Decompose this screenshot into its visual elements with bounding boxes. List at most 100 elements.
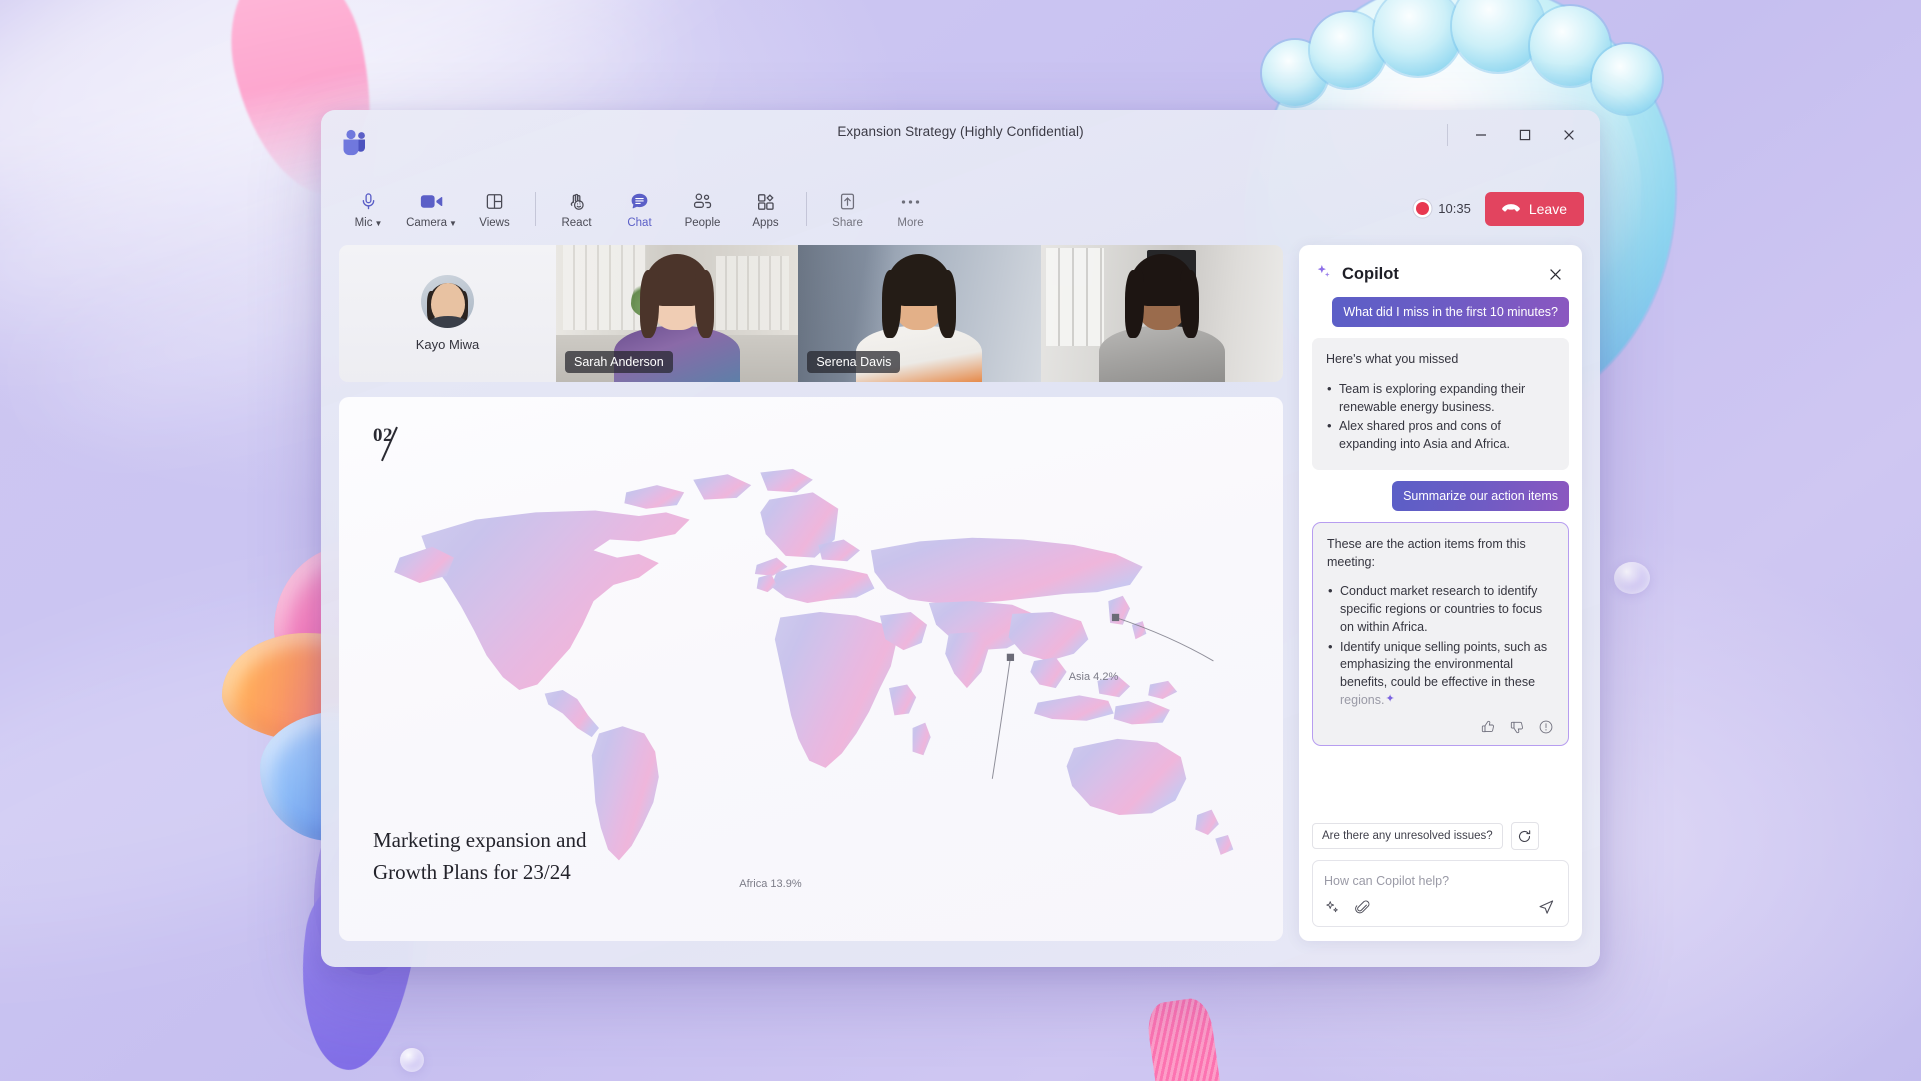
toolbar-divider bbox=[535, 191, 536, 226]
apps-icon bbox=[756, 191, 776, 213]
copilot-input[interactable] bbox=[1324, 874, 1557, 888]
minimize-button[interactable] bbox=[1460, 118, 1502, 152]
chat-button[interactable]: Chat bbox=[608, 187, 671, 231]
people-button[interactable]: People bbox=[671, 187, 734, 231]
list-item: Team is exploring expanding their renewa… bbox=[1326, 380, 1555, 417]
attach-paperclip-icon[interactable] bbox=[1354, 899, 1371, 916]
teams-meeting-window: Expansion Strategy (Highly Confidential) bbox=[321, 110, 1600, 967]
refresh-icon[interactable] bbox=[1510, 822, 1539, 850]
list-item: Conduct market research to identify spec… bbox=[1327, 582, 1554, 636]
assistant-message-bubble: Here's what you missed Team is exploring… bbox=[1312, 338, 1569, 470]
decorative-pink-strip bbox=[1144, 996, 1224, 1081]
mic-button[interactable]: Mic ▼ bbox=[337, 187, 400, 231]
react-label: React bbox=[561, 216, 592, 229]
participant-name-chip: Sarah Anderson bbox=[565, 351, 673, 373]
list-item: Alex shared pros and cons of expanding i… bbox=[1326, 417, 1555, 454]
participant-name-self: Kayo Miwa bbox=[415, 337, 480, 352]
leave-button-label: Leave bbox=[1528, 200, 1567, 217]
close-icon[interactable] bbox=[1542, 261, 1568, 287]
more-button[interactable]: More bbox=[879, 187, 942, 231]
thumbs-down-icon[interactable] bbox=[1509, 719, 1525, 735]
feedback-row bbox=[1327, 719, 1554, 737]
stage-column: Kayo Miwa Sarah Anderson Serena Davis 02… bbox=[339, 245, 1283, 941]
user-message-bubble: What did I miss in the first 10 minutes? bbox=[1332, 297, 1569, 327]
more-ellipsis-icon bbox=[900, 191, 921, 213]
views-button[interactable]: Views bbox=[463, 187, 526, 231]
desktop-background: Expansion Strategy (Highly Confidential) bbox=[0, 0, 1921, 1081]
meeting-body: Kayo Miwa Sarah Anderson Serena Davis 02… bbox=[321, 245, 1600, 967]
people-label: People bbox=[684, 216, 721, 229]
mic-label-text: Mic bbox=[354, 216, 373, 229]
participant-video-person bbox=[1098, 254, 1225, 382]
share-label: Share bbox=[832, 216, 863, 229]
window-controls-divider bbox=[1447, 124, 1448, 146]
react-hand-icon bbox=[567, 191, 587, 213]
views-label: Views bbox=[479, 216, 510, 229]
react-button[interactable]: React bbox=[545, 187, 608, 231]
user-message-bubble: Summarize our action items bbox=[1392, 480, 1569, 511]
suggested-prompt-chip[interactable]: Are there any unresolved issues? bbox=[1312, 823, 1503, 849]
toolbar-group-collab: React Chat People Apps bbox=[545, 187, 797, 231]
meeting-toolbar: Mic ▼ Camera ▼ Views React Chat People A… bbox=[321, 172, 1600, 245]
people-icon bbox=[692, 191, 713, 213]
prompt-sparkle-icon[interactable] bbox=[1324, 899, 1341, 916]
assistant-message-intro: Here's what you missed bbox=[1326, 352, 1459, 366]
close-button[interactable] bbox=[1548, 118, 1590, 152]
window-controls bbox=[1447, 118, 1590, 152]
participant-tile[interactable] bbox=[1040, 245, 1283, 382]
participant-strip: Kayo Miwa Sarah Anderson Serena Davis bbox=[339, 245, 1283, 382]
copilot-message-thread: What did I miss in the first 10 minutes?… bbox=[1299, 297, 1582, 810]
assistant-message-intro: These are the action items from this mee… bbox=[1327, 536, 1526, 569]
microphone-icon bbox=[359, 191, 378, 213]
hangup-phone-icon bbox=[1501, 201, 1520, 217]
views-icon bbox=[485, 191, 504, 213]
toolbar-divider bbox=[806, 191, 807, 226]
list-item-tail: regions. bbox=[1340, 692, 1385, 707]
window-title: Expansion Strategy (Highly Confidential) bbox=[837, 124, 1084, 139]
chat-icon bbox=[629, 191, 650, 213]
list-item-text: Identify unique selling points, such as … bbox=[1340, 639, 1548, 690]
thumbs-up-icon[interactable] bbox=[1480, 719, 1496, 735]
share-upload-icon bbox=[838, 191, 857, 213]
assistant-bullet-list: Conduct market research to identify spec… bbox=[1327, 582, 1554, 709]
maximize-button[interactable] bbox=[1504, 118, 1546, 152]
chevron-down-icon: ▼ bbox=[374, 218, 383, 228]
camera-icon bbox=[420, 191, 443, 213]
title-bar: Expansion Strategy (Highly Confidential) bbox=[321, 110, 1600, 172]
more-label: More bbox=[897, 216, 924, 229]
mic-label: Mic ▼ bbox=[355, 217, 383, 229]
camera-button[interactable]: Camera ▼ bbox=[400, 187, 463, 231]
participant-tile[interactable]: Sarah Anderson bbox=[556, 245, 799, 382]
map-label-asia: Asia 4.2% bbox=[1068, 670, 1119, 683]
chevron-down-icon: ▼ bbox=[448, 218, 457, 228]
participant-tile-self[interactable]: Kayo Miwa bbox=[339, 245, 556, 382]
decorative-bubble bbox=[1614, 562, 1650, 594]
copilot-sparkle-icon bbox=[1315, 263, 1333, 286]
toolbar-right-cluster: 10:35 Leave bbox=[1416, 191, 1584, 226]
toolbar-group-media: Mic ▼ Camera ▼ Views bbox=[337, 187, 526, 231]
apps-button[interactable]: Apps bbox=[734, 187, 797, 231]
decorative-bubble bbox=[400, 1048, 424, 1072]
participant-tile[interactable]: Serena Davis bbox=[798, 245, 1041, 382]
assistant-bullet-list: Team is exploring expanding their renewa… bbox=[1326, 380, 1555, 454]
assistant-message-bubble-highlighted: These are the action items from this mee… bbox=[1312, 521, 1569, 746]
participant-name-chip: Serena Davis bbox=[807, 351, 901, 373]
chat-label: Chat bbox=[627, 216, 652, 229]
copilot-title: Copilot bbox=[1342, 264, 1399, 283]
shared-content-slide[interactable]: 02 Asia 4.2% Africa 13.9% Marketing expa… bbox=[339, 397, 1283, 941]
apps-label: Apps bbox=[752, 216, 779, 229]
send-icon[interactable] bbox=[1537, 897, 1557, 917]
copilot-header: Copilot bbox=[1299, 245, 1582, 297]
report-icon[interactable] bbox=[1538, 719, 1554, 735]
camera-label-text: Camera bbox=[406, 216, 447, 229]
camera-label: Camera ▼ bbox=[406, 217, 457, 229]
leave-button[interactable]: Leave bbox=[1484, 191, 1584, 226]
suggestion-row: Are there any unresolved issues? bbox=[1299, 810, 1582, 860]
copilot-panel: Copilot What did I miss in the first 10 … bbox=[1299, 245, 1582, 941]
slide-title: Marketing expansion and Growth Plans for… bbox=[373, 827, 587, 885]
copilot-composer[interactable] bbox=[1312, 860, 1569, 927]
composer-actions bbox=[1324, 897, 1557, 917]
avatar bbox=[421, 275, 474, 328]
share-button[interactable]: Share bbox=[816, 187, 879, 231]
record-dot-icon bbox=[1416, 202, 1430, 215]
